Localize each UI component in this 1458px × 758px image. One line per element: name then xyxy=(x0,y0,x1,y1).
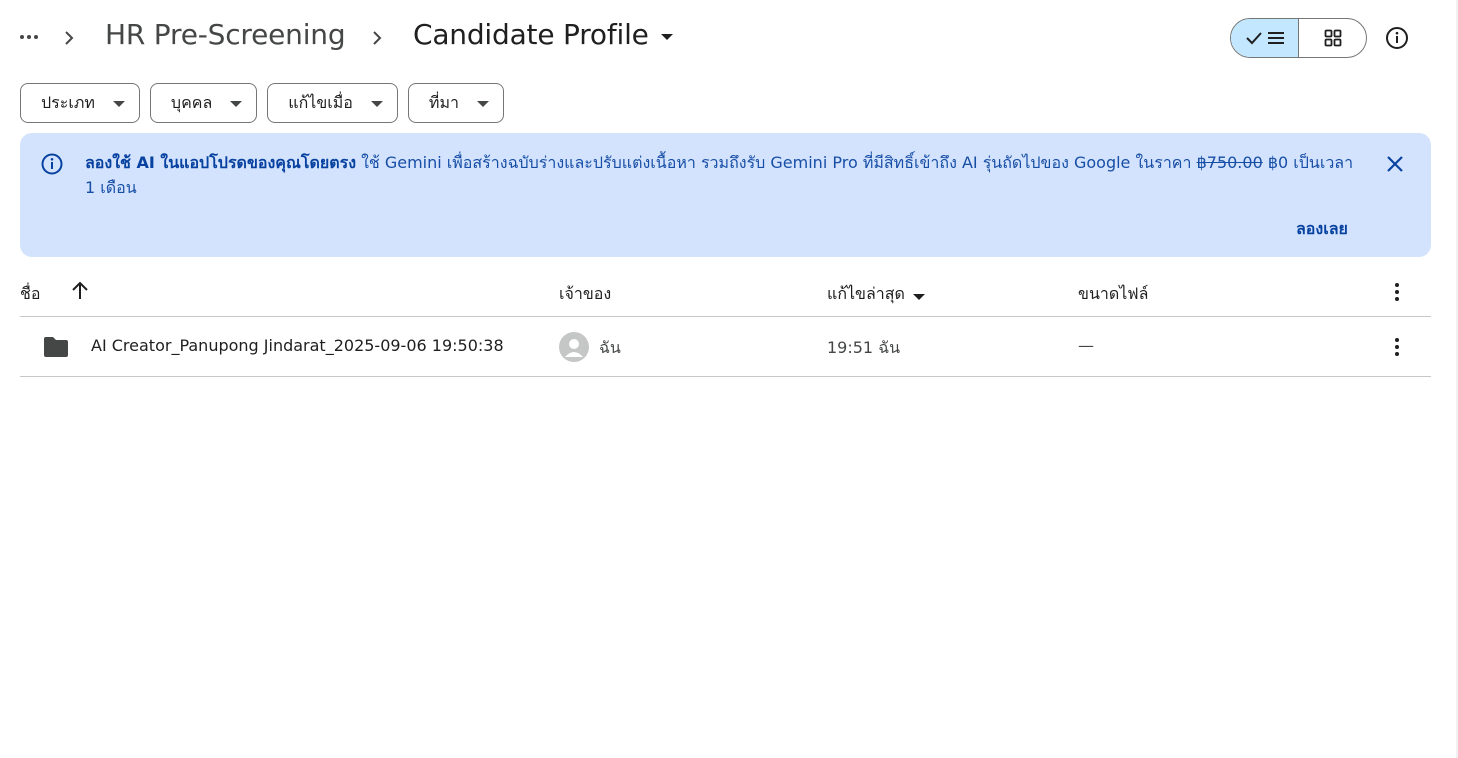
filter-source[interactable]: ที่มา xyxy=(407,83,504,123)
filter-source-label: ที่มา xyxy=(428,92,459,112)
caret-down-icon xyxy=(912,293,925,300)
view-toggle xyxy=(1230,18,1367,58)
owner-name: ฉัน xyxy=(599,338,621,357)
banner-title: ลองใช้ AI ในแอปโปรดของคุณโดยตรง xyxy=(85,153,356,172)
filter-type[interactable]: ประเภท xyxy=(20,83,140,123)
column-owner-label: เจ้าของ xyxy=(559,284,612,303)
caret-down-icon xyxy=(230,101,243,107)
list-view-button[interactable] xyxy=(1231,19,1299,57)
drive-folder-view: HR Pre-Screening Candidate Profile ประเภ… xyxy=(0,0,1458,758)
chevron-right-icon xyxy=(64,24,78,52)
filter-bar: ประเภท บุคคล แก้ไขเมื่อ ที่มา xyxy=(20,83,504,123)
modified-time: 19:51 ฉัน xyxy=(827,338,901,357)
filter-people-label: บุคคล xyxy=(170,92,213,112)
more-breadcrumbs-icon[interactable] xyxy=(14,22,44,52)
more-vert-icon[interactable] xyxy=(1385,335,1409,359)
folder-icon xyxy=(42,335,70,359)
info-icon xyxy=(40,152,64,176)
more-vert-icon[interactable] xyxy=(1385,280,1409,304)
filter-modified[interactable]: แก้ไขเมื่อ xyxy=(267,83,398,123)
gemini-promo-banner: ลองใช้ AI ในแอปโปรดของคุณโดยตรง ใช้ Gemi… xyxy=(20,133,1431,257)
banner-old-price: ฿750.00 xyxy=(1196,153,1263,172)
caret-down-icon xyxy=(112,101,125,107)
column-modified[interactable]: แก้ไขล่าสุด xyxy=(827,282,925,307)
column-name-label: ชื่อ xyxy=(20,284,41,303)
filter-type-label: ประเภท xyxy=(41,92,95,112)
avatar xyxy=(559,332,589,362)
breadcrumb-parent[interactable]: HR Pre-Screening xyxy=(105,18,346,51)
filter-modified-label: แก้ไขเมื่อ xyxy=(288,92,353,112)
table-row[interactable]: AI Creator_Panupong Jindarat_2025-09-06 … xyxy=(20,317,1431,377)
column-modified-label: แก้ไขล่าสุด xyxy=(827,284,905,303)
info-icon[interactable] xyxy=(1383,24,1411,52)
sort-ascending-icon[interactable] xyxy=(68,279,92,303)
breadcrumb-current-label: Candidate Profile xyxy=(413,18,649,51)
table-header: ชื่อ เจ้าของ แก้ไขล่าสุด ขนาดไฟล์ xyxy=(20,268,1431,317)
banner-message: ลองใช้ AI ในแอปโปรดของคุณโดยตรง ใช้ Gemi… xyxy=(85,150,1360,200)
chevron-right-icon xyxy=(372,24,386,52)
file-size: — xyxy=(1078,336,1094,355)
filter-people[interactable]: บุคคล xyxy=(149,83,258,123)
file-name: AI Creator_Panupong Jindarat_2025-09-06 … xyxy=(91,336,504,355)
check-icon xyxy=(1245,32,1262,45)
column-name[interactable]: ชื่อ xyxy=(20,282,40,307)
caret-down-icon xyxy=(660,33,673,40)
list-icon xyxy=(1267,32,1284,44)
breadcrumb-current[interactable]: Candidate Profile xyxy=(413,18,673,51)
column-size[interactable]: ขนาดไฟล์ xyxy=(1078,282,1148,307)
grid-icon xyxy=(1324,29,1341,47)
column-size-label: ขนาดไฟล์ xyxy=(1078,284,1149,303)
close-icon[interactable] xyxy=(1383,152,1407,176)
banner-body-1: ใช้ Gemini เพื่อสร้างฉบับร่างและปรับแต่ง… xyxy=(356,153,1197,172)
caret-down-icon xyxy=(476,101,489,107)
caret-down-icon xyxy=(370,101,383,107)
header: HR Pre-Screening Candidate Profile xyxy=(0,0,1458,76)
try-now-button[interactable]: ลองเลย xyxy=(1296,217,1348,242)
grid-view-button[interactable] xyxy=(1299,19,1366,57)
column-owner[interactable]: เจ้าของ xyxy=(559,282,611,307)
